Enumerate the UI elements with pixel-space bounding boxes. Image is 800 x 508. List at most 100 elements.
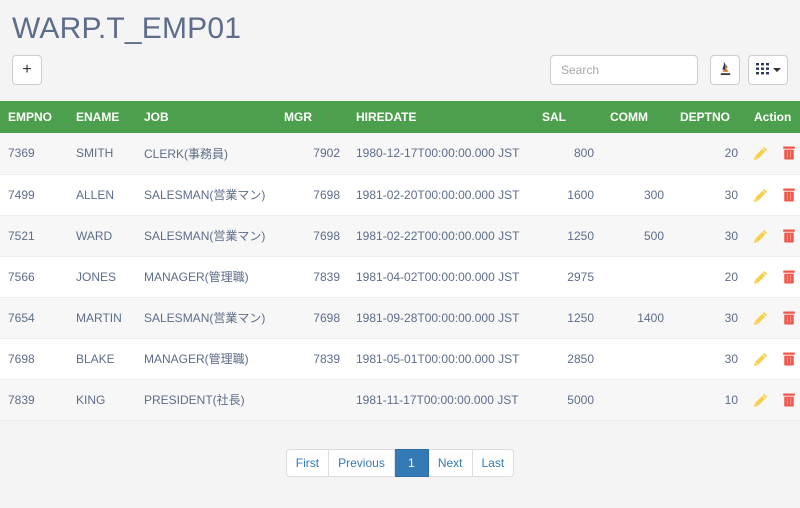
cell-empno: 7521: [0, 215, 68, 257]
add-record-button[interactable]: +: [12, 55, 42, 85]
cell-job: PRESIDENT(社長): [136, 379, 276, 421]
row-action-group: [754, 188, 795, 202]
cell-sal: 1250: [534, 297, 602, 339]
column-header-hiredate[interactable]: HIREDATE: [348, 101, 534, 133]
cell-hiredate: 1981-11-17T00:00:00.000 JST: [348, 379, 534, 421]
pencil-edit-icon[interactable]: [754, 393, 768, 407]
trash-delete-icon[interactable]: [782, 188, 796, 202]
cell-ename: BLAKE: [68, 338, 136, 380]
cell-deptno: 10: [672, 379, 746, 421]
pencil-edit-icon[interactable]: [754, 146, 768, 161]
cell-hiredate: 1981-09-28T00:00:00.000 JST: [348, 297, 534, 339]
pagination-item-last[interactable]: Last: [472, 448, 515, 477]
trash-delete-icon[interactable]: [782, 229, 796, 243]
column-header-action: Action: [746, 101, 800, 133]
cell-comm: [602, 256, 672, 298]
column-header-deptno[interactable]: DEPTNO: [672, 101, 746, 133]
table-header: EMPNO ENAME JOB MGR HIREDATE SAL COMM DE…: [0, 101, 800, 133]
trash-delete-icon[interactable]: [782, 311, 796, 325]
row-action-group: [754, 229, 795, 243]
column-header-mgr[interactable]: MGR: [276, 101, 348, 133]
cell-mgr: 7839: [276, 338, 348, 380]
row-action-group: [754, 311, 795, 325]
toolbar-right-group: [550, 55, 788, 85]
cell-sal: 1600: [534, 174, 602, 216]
trash-delete-icon[interactable]: [782, 352, 796, 366]
chevron-down-icon: [772, 68, 781, 72]
cell-hiredate: 1981-04-02T00:00:00.000 JST: [348, 256, 534, 298]
cell-deptno: 30: [672, 297, 746, 339]
table-row[interactable]: 7521 WARD SALESMAN(営業マン) 7698 1981-02-22T00:…: [0, 215, 800, 257]
cell-action: [746, 133, 800, 175]
table-row[interactable]: 7499 ALLEN SALESMAN(営業マン) 7698 1981-02-20T00…: [0, 174, 800, 216]
row-action-group: [754, 146, 795, 161]
cell-ename: WARD: [68, 215, 136, 257]
cell-action: [746, 256, 800, 298]
cell-empno: 7839: [0, 379, 68, 421]
pencil-edit-icon[interactable]: [754, 229, 768, 243]
trash-delete-icon[interactable]: [782, 270, 796, 284]
cell-job: SALESMAN(営業マン): [136, 174, 276, 216]
pagination-item-1[interactable]: 1: [394, 448, 429, 477]
column-header-ename[interactable]: ENAME: [68, 101, 136, 133]
cell-mgr: 7902: [276, 133, 348, 175]
cell-action: [746, 215, 800, 257]
cell-mgr: 7698: [276, 215, 348, 257]
cell-ename: KING: [68, 379, 136, 421]
cell-job: SALESMAN(営業マン): [136, 215, 276, 257]
cell-comm: 1400: [602, 297, 672, 339]
export-icon: [718, 61, 733, 79]
pagination-container: First Previous 1 Next Last: [0, 448, 800, 477]
cell-ename: MARTIN: [68, 297, 136, 339]
cell-mgr: 7698: [276, 297, 348, 339]
cell-sal: 5000: [534, 379, 602, 421]
cell-hiredate: 1981-02-22T00:00:00.000 JST: [348, 215, 534, 257]
cell-hiredate: 1980-12-17T00:00:00.000 JST: [348, 133, 534, 175]
cell-sal: 2850: [534, 338, 602, 380]
grid-columns-icon: [755, 62, 770, 79]
pagination: First Previous 1 Next Last: [285, 448, 515, 477]
cell-deptno: 30: [672, 174, 746, 216]
cell-hiredate: 1981-05-01T00:00:00.000 JST: [348, 338, 534, 380]
pencil-edit-icon[interactable]: [754, 188, 768, 202]
employee-table: EMPNO ENAME JOB MGR HIREDATE SAL COMM DE…: [0, 101, 800, 421]
column-header-comm[interactable]: COMM: [602, 101, 672, 133]
column-header-sal[interactable]: SAL: [534, 101, 602, 133]
pagination-item-previous[interactable]: Previous: [329, 448, 395, 477]
cell-sal: 800: [534, 133, 602, 175]
table-row[interactable]: 7369 SMITH CLERK(事務員) 7902 1980-12-17T00:00:…: [0, 133, 800, 175]
columns-dropdown-button[interactable]: [748, 55, 788, 85]
export-button[interactable]: [710, 55, 740, 85]
pencil-edit-icon[interactable]: [754, 352, 768, 366]
cell-deptno: 20: [672, 133, 746, 175]
table-row[interactable]: 7654 MARTIN SALESMAN(営業マン) 7698 1981-09-28T0…: [0, 297, 800, 339]
cell-empno: 7654: [0, 297, 68, 339]
cell-comm: 500: [602, 215, 672, 257]
pagination-item-first[interactable]: First: [285, 448, 330, 477]
cell-sal: 1250: [534, 215, 602, 257]
cell-ename: SMITH: [68, 133, 136, 175]
pencil-edit-icon[interactable]: [754, 270, 768, 284]
cell-comm: [602, 338, 672, 380]
cell-empno: 7369: [0, 133, 68, 175]
page-title: WARP.T_EMP01: [12, 12, 242, 45]
cell-mgr: 7839: [276, 256, 348, 298]
table-row[interactable]: 7698 BLAKE MANAGER(管理職) 7839 1981-05-01T00:0…: [0, 338, 800, 380]
trash-delete-icon[interactable]: [782, 393, 796, 407]
trash-delete-icon[interactable]: [782, 146, 796, 160]
table-row[interactable]: 7839 KING PRESIDENT(社長) 1981-11-17T00:00:00…: [0, 379, 800, 421]
row-action-group: [754, 270, 795, 284]
column-header-job[interactable]: JOB: [136, 101, 276, 133]
cell-empno: 7698: [0, 338, 68, 380]
table-header-row: EMPNO ENAME JOB MGR HIREDATE SAL COMM DE…: [0, 101, 800, 133]
cell-empno: 7499: [0, 174, 68, 216]
cell-deptno: 30: [672, 215, 746, 257]
pencil-edit-icon[interactable]: [754, 311, 768, 325]
pagination-item-next[interactable]: Next: [428, 448, 473, 477]
row-action-group: [754, 352, 795, 366]
page-root: WARP.T_EMP01 + Search EMPNO ENAME JOB MG…: [0, 0, 800, 508]
cell-ename: ALLEN: [68, 174, 136, 216]
table-row[interactable]: 7566 JONES MANAGER(管理職) 7839 1981-04-02T00:0…: [0, 256, 800, 298]
column-header-empno[interactable]: EMPNO: [0, 101, 68, 133]
search-input[interactable]: [550, 55, 698, 85]
